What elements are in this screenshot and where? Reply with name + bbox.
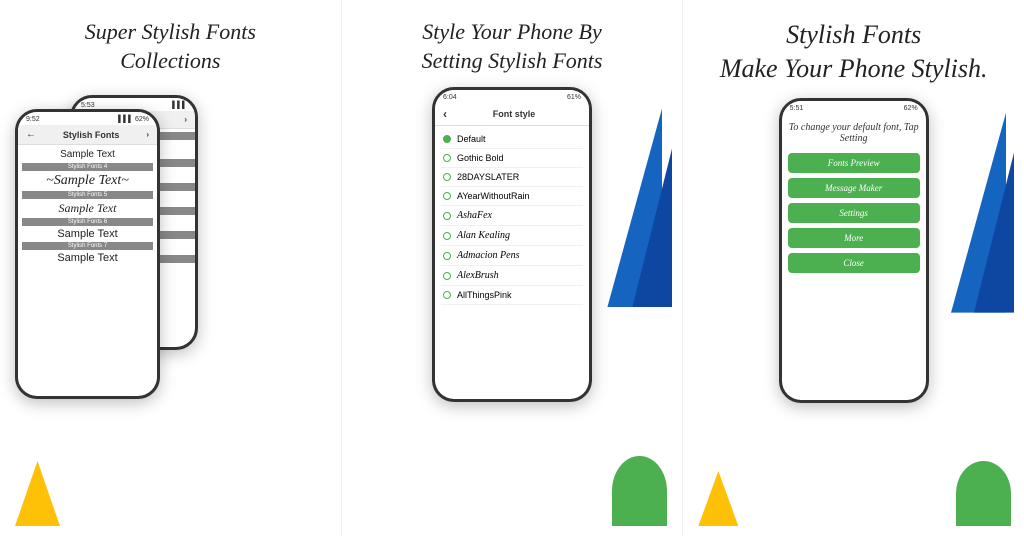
mid-phone-container: 6:04 61% ‹ Font style Default Gothic Bol	[352, 87, 673, 526]
mid-green-shape	[612, 456, 667, 526]
btn-fonts-preview[interactable]: Fonts Preview	[788, 153, 920, 173]
font-item-asha[interactable]: AshaFex	[441, 206, 583, 226]
front-phone-nav: ← Stylish Fonts ›	[18, 125, 157, 145]
btn-message-maker[interactable]: Message Maker	[788, 178, 920, 198]
right-phone-container: 5:51 62% To change your default font, Ta…	[693, 98, 1014, 526]
font-style-list: Default Gothic Bold 28DAYSLATER AYearWit…	[435, 126, 589, 399]
btn-settings[interactable]: Settings	[788, 203, 920, 223]
right-phone-header: 5:51 62%	[782, 101, 926, 114]
radio-admacion	[443, 252, 451, 260]
front-phone-header: 9:52 ▌▌▌ 62%	[18, 112, 157, 125]
right-title: Stylish Fonts Make Your Phone Stylish.	[720, 18, 988, 86]
left-title: Super Stylish Fonts Collections	[85, 18, 256, 75]
front-sample-2: ~Sample Text~	[22, 172, 153, 190]
left-phone-container: 5:53 ▌▌▌ Stylish Fonts › Fonts 16 Brevi …	[10, 87, 331, 526]
front-label-7: Stylish Fonts 7	[22, 242, 153, 250]
font-item-28days[interactable]: 28DAYSLATER	[441, 168, 583, 187]
radio-alex	[443, 272, 451, 280]
right-phone-message: To change your default font, Tap Setting	[788, 122, 920, 144]
front-phone: 9:52 ▌▌▌ 62% ← Stylish Fonts › Sample Te…	[15, 109, 160, 399]
radio-ayear	[443, 192, 451, 200]
right-phone: 5:51 62% To change your default font, Ta…	[779, 98, 929, 403]
right-phone-content: To change your default font, Tap Setting…	[782, 114, 926, 400]
btn-more[interactable]: More	[788, 228, 920, 248]
font-item-ayear[interactable]: AYearWithoutRain	[441, 187, 583, 206]
mid-phone: 6:04 61% ‹ Font style Default Gothic Bol	[432, 87, 592, 402]
right-yellow-shape	[698, 471, 738, 526]
font-item-gothic[interactable]: Gothic Bold	[441, 149, 583, 168]
panel-left: Super Stylish Fonts Collections 5:53 ▌▌▌…	[0, 0, 342, 536]
panel-right: Stylish Fonts Make Your Phone Stylish. 5…	[683, 0, 1024, 536]
radio-default	[443, 135, 451, 143]
mid-title: Style Your Phone By Setting Stylish Font…	[422, 18, 603, 75]
radio-allthings	[443, 291, 451, 299]
front-sample-3: Sample Text	[22, 200, 153, 217]
right-green-shape	[956, 461, 1011, 526]
font-item-admacion[interactable]: Admacion Pens	[441, 246, 583, 266]
front-sample-1: Sample Text	[22, 147, 153, 162]
front-sample-5: Sample Text	[22, 251, 153, 265]
front-label-5: Stylish Fonts 5	[22, 191, 153, 199]
yellow-shape-left	[15, 461, 60, 526]
radio-28days	[443, 173, 451, 181]
radio-alan	[443, 232, 451, 240]
mid-phone-nav: ‹ Font style	[435, 103, 589, 126]
panel-mid: Style Your Phone By Setting Stylish Font…	[342, 0, 684, 536]
font-item-default[interactable]: Default	[441, 130, 583, 149]
radio-asha	[443, 212, 451, 220]
mid-phone-header: 6:04 61%	[435, 90, 589, 103]
radio-gothic	[443, 154, 451, 162]
font-item-allthings[interactable]: AllThingsPink	[441, 286, 583, 305]
font-item-alex[interactable]: AlexBrush	[441, 266, 583, 286]
front-sample-4: Sample Text	[22, 227, 153, 241]
btn-close[interactable]: Close	[788, 253, 920, 273]
front-label-6: Stylish Fonts 6	[22, 218, 153, 226]
font-item-alan[interactable]: Alan Kealing	[441, 226, 583, 246]
front-label-4: Stylish Fonts 4	[22, 163, 153, 171]
